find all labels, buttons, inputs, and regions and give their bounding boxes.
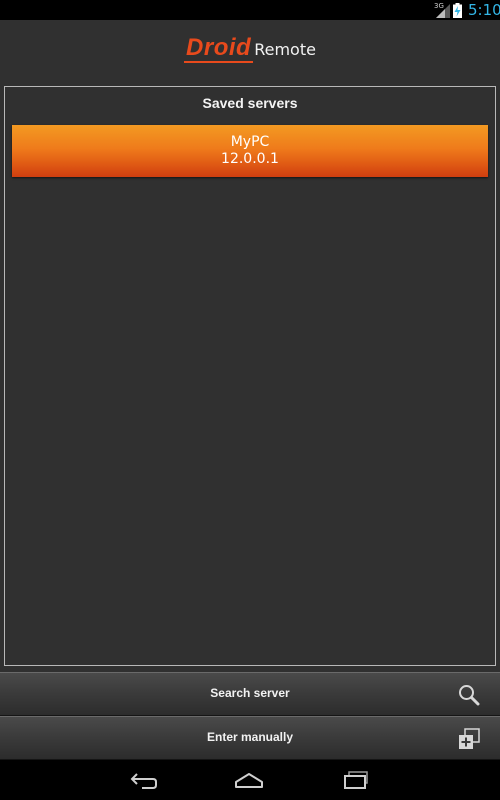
recent-apps-icon[interactable]	[341, 770, 371, 790]
saved-servers-title: Saved servers	[202, 95, 298, 111]
app-logo: Droid Remote	[0, 34, 500, 63]
app-screen: 3G 5:10 Droid Remote Saved servers MyPC 1…	[0, 0, 500, 800]
saved-servers-panel: Saved servers MyPC 12.0.0.1	[4, 86, 496, 666]
add-window-icon	[459, 728, 480, 749]
server-name: MyPC	[230, 134, 270, 150]
app-header: Droid Remote	[0, 20, 500, 82]
clock: 5:10	[468, 1, 500, 19]
logo-remote-text: Remote	[254, 40, 316, 59]
logo-droid-text: Droid	[184, 34, 254, 63]
navigation-bar	[0, 760, 500, 800]
enter-manually-label: Enter manually	[206, 730, 294, 744]
server-list-item[interactable]: MyPC 12.0.0.1	[12, 125, 488, 177]
search-icon	[459, 685, 480, 706]
search-server-button[interactable]: Search server	[0, 672, 500, 716]
server-ip: 12.0.0.1	[221, 151, 279, 167]
home-icon[interactable]	[234, 770, 264, 790]
search-server-label: Search server	[210, 686, 290, 700]
signal-icon	[436, 4, 450, 18]
battery-charging-icon	[453, 3, 462, 18]
back-icon[interactable]	[128, 770, 158, 790]
status-bar: 3G 5:10	[0, 0, 500, 20]
enter-manually-button[interactable]: Enter manually	[0, 716, 500, 760]
